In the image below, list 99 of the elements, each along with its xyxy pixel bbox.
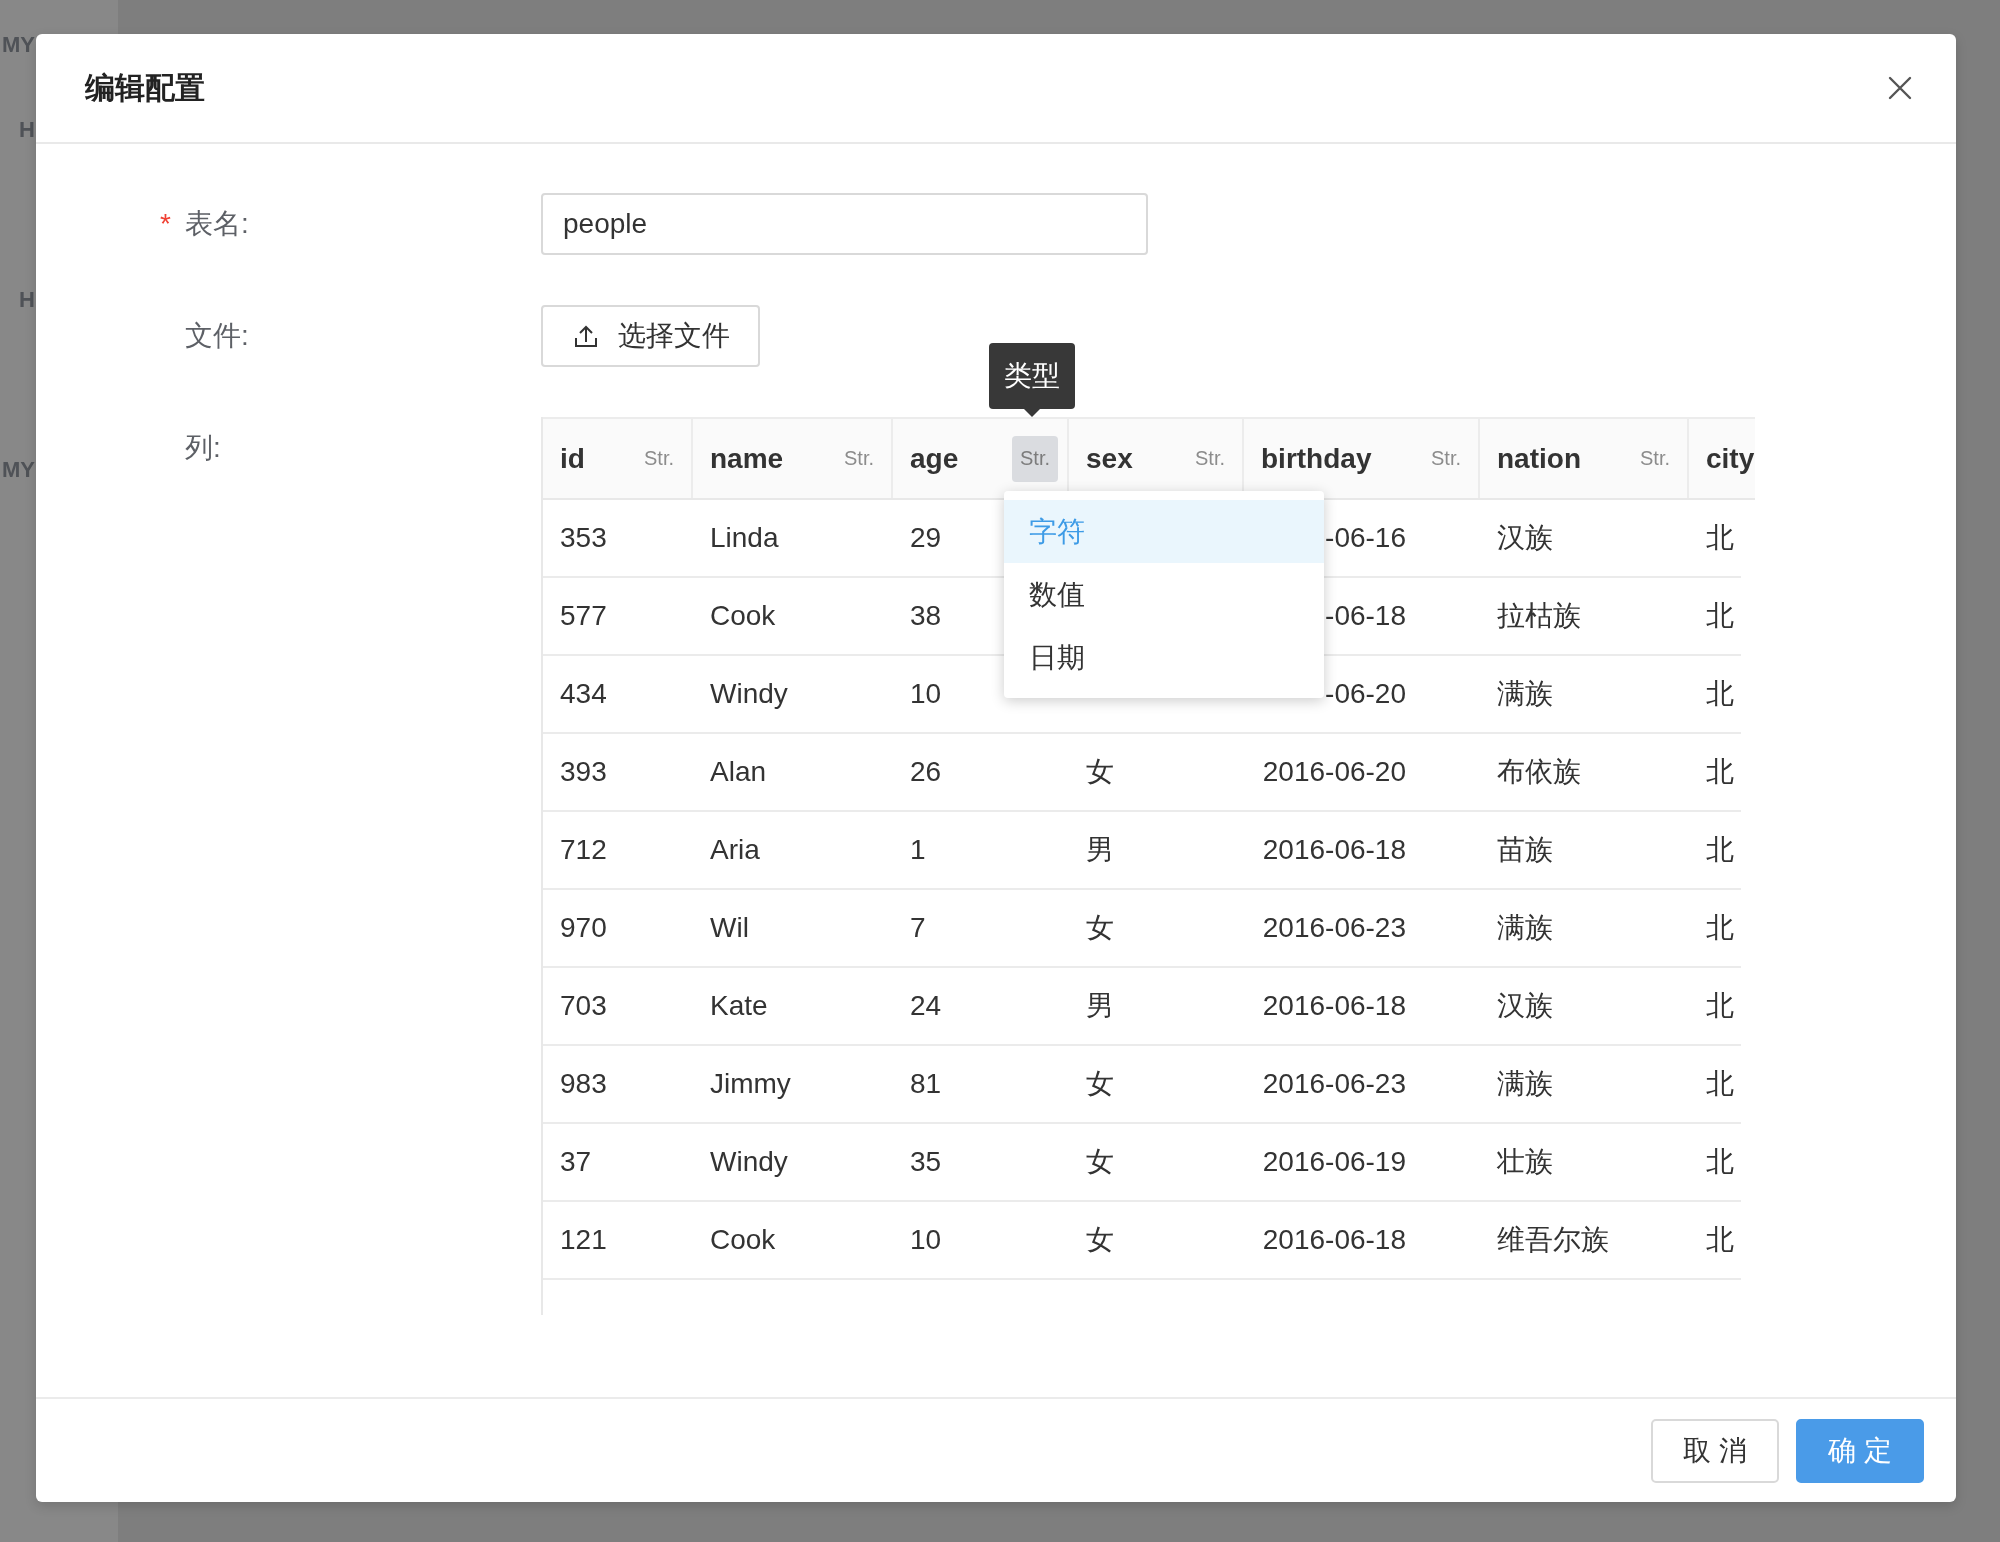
cell-text: 81 xyxy=(910,1068,942,1100)
cell-text: 女 xyxy=(1086,1223,1114,1257)
column-header: name xyxy=(710,442,784,475)
cell-text: 35 xyxy=(910,1146,942,1178)
cell-text: 353 xyxy=(560,522,607,554)
cell-text: Kate xyxy=(710,990,768,1022)
cell-text: -06-18 xyxy=(1325,600,1406,632)
cell-text: Linda xyxy=(710,522,779,554)
close-icon[interactable] xyxy=(1888,76,1912,100)
cancel-button[interactable]: 取 消 xyxy=(1651,1418,1779,1483)
cell-text: 男 xyxy=(1086,989,1114,1023)
cell-text: 970 xyxy=(560,912,607,944)
confirm-button[interactable]: 确 定 xyxy=(1796,1418,1924,1483)
cell-text: 壮族 xyxy=(1497,1145,1553,1179)
input-field[interactable]: people xyxy=(541,193,1148,255)
sidebar-heading: MY xyxy=(2,31,36,58)
type-selector[interactable]: Str. xyxy=(1423,435,1469,482)
cell-text: 女 xyxy=(1086,911,1114,945)
cell-text: 拉枯族 xyxy=(1497,599,1581,633)
cell-text: 1 xyxy=(910,834,926,866)
cell-text: Cook xyxy=(710,1224,776,1256)
column-header: age xyxy=(910,442,959,475)
cell-text: 2016-06-19 xyxy=(1262,1146,1406,1178)
cell-text: 北 xyxy=(1706,599,1734,633)
sidebar-item: H xyxy=(19,286,36,313)
cell-text: 121 xyxy=(560,1224,607,1256)
cell-text: Wil xyxy=(710,912,749,944)
cell-text: 712 xyxy=(560,834,607,866)
type-selector[interactable]: Str. xyxy=(1012,435,1058,482)
type-selector[interactable]: Str. xyxy=(1187,435,1233,482)
field-label: 表名: xyxy=(185,207,249,241)
column-header: birthday xyxy=(1261,442,1372,475)
cell-text: Alan xyxy=(710,756,767,788)
cell-text: 女 xyxy=(1086,755,1114,789)
column-header: sex xyxy=(1086,442,1133,475)
cell-text: 38 xyxy=(910,600,942,632)
cell-text: 北 xyxy=(1706,1067,1734,1101)
menu-item[interactable]: 日期 xyxy=(1004,626,1324,689)
cell-text: 24 xyxy=(910,990,942,1022)
cell-text: Jimmy xyxy=(710,1068,791,1100)
cell-text: 434 xyxy=(560,678,607,710)
cell-text: 汉族 xyxy=(1497,989,1553,1023)
cell-text: 汉族 xyxy=(1497,521,1553,555)
cell-text: Cook xyxy=(710,600,776,632)
field-label: 列: xyxy=(185,431,221,465)
type-selector[interactable]: Str. xyxy=(836,435,882,482)
cell-text: 2016-06-23 xyxy=(1262,912,1406,944)
cell-text: 703 xyxy=(560,990,607,1022)
cell-text: 北 xyxy=(1706,677,1734,711)
cell-text: 满族 xyxy=(1497,677,1553,711)
field-label: 文件: xyxy=(185,319,249,353)
cell-text: 北 xyxy=(1706,521,1734,555)
cell-text: 满族 xyxy=(1497,1067,1553,1101)
column-header: id xyxy=(560,442,585,475)
menu-item[interactable]: 字符 xyxy=(1004,500,1324,563)
cell-text: 北 xyxy=(1706,1145,1734,1179)
cell-text: 布依族 xyxy=(1497,755,1581,789)
sidebar-item: H xyxy=(19,116,36,143)
cell-text: 983 xyxy=(560,1068,607,1100)
cell-text: 2016-06-20 xyxy=(1262,756,1406,788)
cell-text: 10 xyxy=(910,678,942,710)
type-selector[interactable]: Str. xyxy=(1632,435,1678,482)
menu-item[interactable]: 数值 xyxy=(1004,563,1324,626)
cell-text: Aria xyxy=(710,834,760,866)
upload-button[interactable]: 选择文件 xyxy=(541,305,760,367)
cell-text: 29 xyxy=(910,522,942,554)
cell-text: 北 xyxy=(1706,989,1734,1023)
cell-text: -06-20 xyxy=(1325,678,1406,710)
cell-text: Windy xyxy=(710,1146,788,1178)
type-selector[interactable]: Str. xyxy=(636,435,682,482)
required-mark: * xyxy=(160,208,171,240)
cell-text: 26 xyxy=(910,756,942,788)
cell-text: 满族 xyxy=(1497,911,1553,945)
upload-icon xyxy=(574,324,598,348)
cell-text: 北 xyxy=(1706,911,1734,945)
cell-text: 女 xyxy=(1086,1067,1114,1101)
cell-text: 2016-06-18 xyxy=(1262,990,1406,1022)
cell-text: 37 xyxy=(560,1146,592,1178)
cell-text: 苗族 xyxy=(1497,833,1553,867)
cell-text: 577 xyxy=(560,600,607,632)
cell-text: 女 xyxy=(1086,1145,1114,1179)
column-header: city xyxy=(1706,442,1755,475)
column-header: nation xyxy=(1497,442,1581,475)
cell-text: Windy xyxy=(710,678,788,710)
cell-text: 男 xyxy=(1086,833,1114,867)
cell-text: 2016-06-18 xyxy=(1262,834,1406,866)
cell-text: -06-16 xyxy=(1325,522,1406,554)
cell-text: 7 xyxy=(910,912,926,944)
cell-text: 2016-06-18 xyxy=(1262,1224,1406,1256)
cell-text: 393 xyxy=(560,756,607,788)
cell-text: 10 xyxy=(910,1224,942,1256)
cell-text: 北 xyxy=(1706,755,1734,789)
sidebar-heading: MY xyxy=(2,456,36,483)
modal-title: 编辑配置 xyxy=(85,69,205,106)
cell-text: 北 xyxy=(1706,833,1734,867)
cell-text: 维吾尔族 xyxy=(1497,1223,1609,1257)
cell-text: 2016-06-23 xyxy=(1262,1068,1406,1100)
tooltip: 类型 xyxy=(989,343,1075,417)
cell-text: 北 xyxy=(1706,1223,1734,1257)
